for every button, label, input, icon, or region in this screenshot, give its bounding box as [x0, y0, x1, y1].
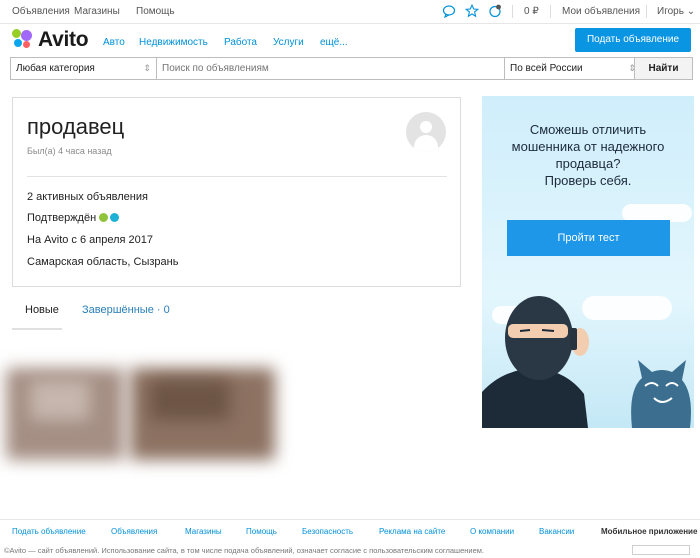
footer-links: Подать объявление Объявления Магазины По…	[0, 519, 700, 539]
search-bar: Любая категория ⇕ По всей России ⇕ Найти	[10, 57, 693, 80]
avatar-placeholder-icon	[420, 121, 432, 133]
top-divider	[646, 5, 647, 18]
messages-icon[interactable]	[442, 4, 456, 18]
category-select[interactable]: Любая категория ⇕	[10, 57, 157, 80]
region-select[interactable]: По всей России ⇕	[504, 57, 642, 80]
favorites-star-icon[interactable]	[465, 4, 479, 18]
footer-link-jobs[interactable]: Вакансии	[539, 527, 574, 536]
ad-banner[interactable]: Сможешь отличить мошенника от надежного …	[482, 96, 694, 428]
logo-dots-icon	[12, 28, 34, 50]
card-divider	[27, 176, 447, 177]
ad-title: Сможешь отличить мошенника от надежного …	[511, 122, 665, 188]
footer-link-advertising[interactable]: Реклама на сайте	[379, 527, 445, 536]
user-menu[interactable]: Игорь ⌄	[657, 6, 695, 17]
phone-verified-icon	[99, 213, 109, 222]
category-select-value: Любая категория	[16, 63, 95, 74]
my-ads-link[interactable]: Мои объявления	[562, 6, 640, 17]
tab-new[interactable]: Новые	[25, 304, 59, 316]
email-verified-icon	[110, 213, 120, 222]
nav-jobs[interactable]: Работа	[224, 37, 257, 48]
footer-link-shops[interactable]: Магазины	[185, 527, 222, 536]
tab-finished[interactable]: Завершённые · 0	[82, 304, 170, 316]
member-since: На Avito с 6 апреля 2017	[27, 234, 154, 246]
last-seen: Был(а) 4 часа назад	[27, 146, 112, 156]
footer-link-ads[interactable]: Объявления	[111, 527, 157, 536]
footer-copyright: ©Avito — сайт объявлений. Использование …	[4, 546, 484, 555]
nav-more[interactable]: ещё...	[320, 37, 348, 48]
top-link-help[interactable]: Помощь	[136, 6, 175, 17]
verified-label: Подтверждён	[27, 212, 97, 224]
take-test-button[interactable]: Пройти тест	[507, 220, 670, 256]
footer-link-about[interactable]: О компании	[470, 527, 514, 536]
select-arrow-icon: ⇕	[143, 63, 151, 73]
nav-realty[interactable]: Недвижимость	[139, 37, 208, 48]
top-link-shops[interactable]: Магазины	[74, 6, 120, 17]
region-select-value: По всей России	[510, 63, 583, 74]
active-tab-indicator	[12, 328, 62, 330]
visit-counter-badge	[632, 545, 690, 555]
top-divider	[512, 5, 513, 18]
footer-link-help[interactable]: Помощь	[246, 527, 277, 536]
scammer-illustration	[482, 296, 691, 428]
seller-name: продавец	[27, 114, 125, 139]
seller-location: Самарская область, Сызрань	[27, 256, 179, 268]
verification-row: Подтверждён	[27, 212, 120, 224]
seller-profile-card: продавец Был(а) 4 часа назад 2 активных …	[12, 97, 461, 287]
logo-text: Avito	[38, 28, 89, 51]
post-ad-button[interactable]: Подать объявление	[575, 28, 691, 52]
notifications-icon[interactable]	[488, 4, 502, 18]
footer-link-mobile-app[interactable]: Мобильное приложение	[601, 527, 697, 536]
active-ads-count[interactable]: 2 активных объявления	[27, 191, 148, 203]
top-divider	[550, 5, 551, 18]
avatar	[406, 112, 446, 152]
footer-link-post-ad[interactable]: Подать объявление	[12, 527, 86, 536]
footer-link-safety[interactable]: Безопасность	[302, 527, 353, 536]
search-input[interactable]	[162, 63, 502, 74]
wallet-balance[interactable]: 0 ₽	[524, 6, 539, 17]
top-link-ads[interactable]: Объявления	[12, 6, 70, 17]
top-bar: Объявления Магазины Помощь 0 ₽ Мои объяв…	[0, 0, 700, 24]
nav-auto[interactable]: Авто	[103, 37, 125, 48]
nav-services[interactable]: Услуги	[273, 37, 304, 48]
search-field[interactable]	[156, 57, 514, 80]
search-button[interactable]: Найти	[634, 57, 693, 80]
